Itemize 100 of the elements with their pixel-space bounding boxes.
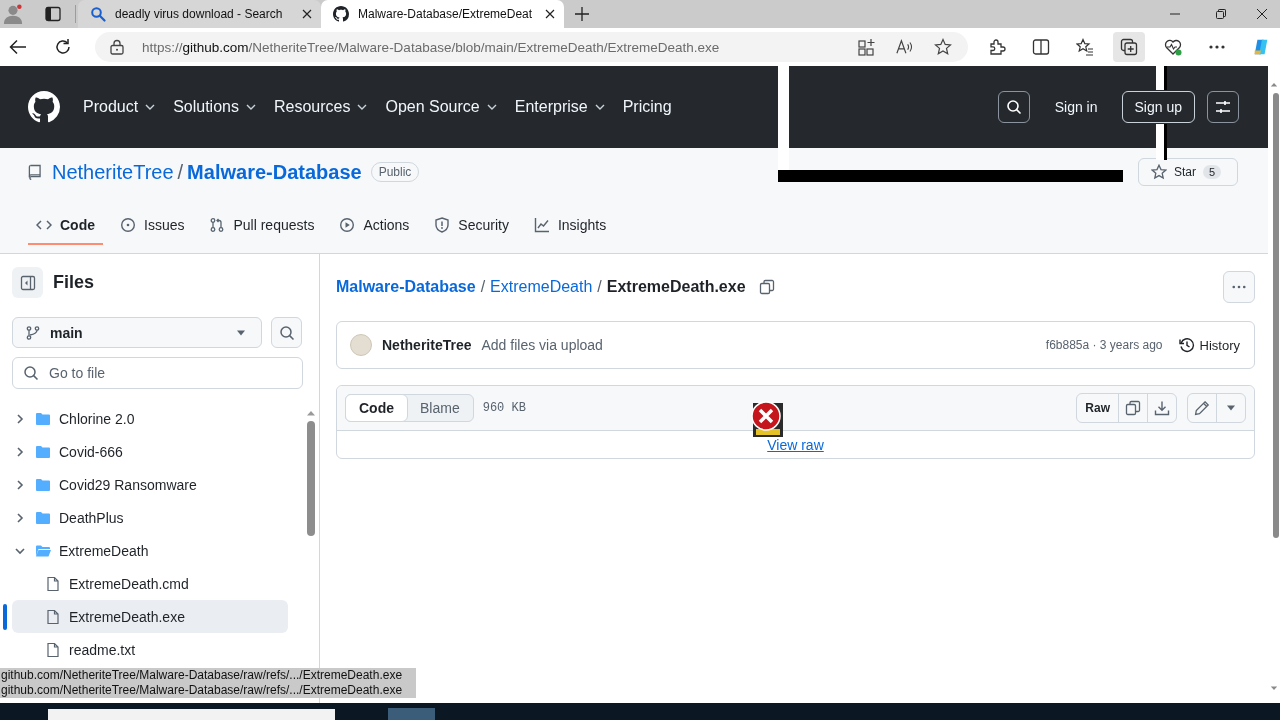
ellipsis-icon <box>1232 285 1246 289</box>
copy-icon[interactable] <box>758 279 775 295</box>
repo-tab[interactable]: Issues <box>112 207 193 245</box>
star-icon[interactable] <box>934 38 952 56</box>
close-icon[interactable] <box>1257 9 1267 19</box>
caret-icon <box>357 104 368 110</box>
commit-author-link[interactable]: NetheriteTree <box>382 337 472 353</box>
tree-item[interactable]: DeathPlus <box>12 501 288 534</box>
ribbon-logo-icon[interactable] <box>1252 38 1270 56</box>
nav-menu-item[interactable]: Solutions <box>173 98 256 116</box>
clock-arrow-icon <box>1178 337 1195 353</box>
commit-meta[interactable]: f6b885a · 3 years ago <box>1045 338 1163 352</box>
lock-icon <box>110 39 124 55</box>
breadcrumb-link[interactable]: Malware-Database <box>336 278 476 296</box>
tree-item[interactable]: Covid29 Ransomware <box>12 468 288 501</box>
glitch-bar <box>1156 124 1167 160</box>
path-separator: / <box>480 278 486 296</box>
repo-tab[interactable]: Security <box>426 207 517 245</box>
repo-tab[interactable]: Insights <box>525 207 615 245</box>
scrollbar-thumb[interactable] <box>1273 93 1279 538</box>
branch-select[interactable]: main <box>12 317 263 348</box>
copy-icon <box>1125 400 1141 416</box>
repo-owner-link[interactable]: NetheriteTree <box>52 160 174 184</box>
grid-plus-icon[interactable] <box>858 38 876 56</box>
split-screen-icon[interactable] <box>1032 38 1050 56</box>
caret-icon <box>236 329 247 336</box>
sign-up-button[interactable]: Sign up <box>1121 91 1195 123</box>
search-icon <box>1005 99 1022 115</box>
star-list-icon[interactable] <box>1076 38 1094 56</box>
scroll-up-arrow-icon[interactable] <box>1270 82 1278 87</box>
download-icon <box>1154 400 1170 416</box>
tree-item[interactable]: ExtremeDeath.exe <box>12 600 288 633</box>
folder-icon <box>35 509 51 526</box>
search-icon <box>90 6 106 22</box>
tree-item[interactable]: Chlorine 2.0 <box>12 402 288 435</box>
shield-icon <box>434 217 451 233</box>
profile-avatar-icon[interactable] <box>3 4 23 24</box>
github-logo-icon[interactable] <box>28 91 60 123</box>
folder-icon <box>35 410 51 427</box>
restore-icon[interactable] <box>1216 9 1226 19</box>
letter-sound-icon[interactable] <box>896 38 914 56</box>
link-preview-text: github.com/NetheriteTree/Malware-Database/raw/refs/.../ExtremeDeath.exe <box>0 668 403 683</box>
line-graph-icon <box>533 217 550 233</box>
commit-message[interactable]: Add files via upload <box>481 337 603 353</box>
puzzle-icon[interactable] <box>988 38 1006 56</box>
nav-menu-item[interactable]: Enterprise <box>514 98 605 116</box>
taskbar-search-field[interactable] <box>48 709 335 720</box>
more-icon[interactable] <box>1209 45 1225 49</box>
scroll-up-arrow-icon[interactable] <box>306 410 316 416</box>
search-icon <box>23 365 39 381</box>
star-button[interactable]: Star 5 <box>1138 158 1238 186</box>
go-to-file-field[interactable]: Go to file <box>12 357 303 389</box>
panel-square-icon[interactable] <box>45 6 61 22</box>
file-name: ExtremeDeath.exe <box>606 278 746 296</box>
nav-menu-item[interactable]: Pricing <box>622 98 672 116</box>
heart-pulse-icon[interactable] <box>1164 38 1182 56</box>
repo-name-link[interactable]: Malware-Database <box>187 160 362 184</box>
caret-icon <box>594 104 605 110</box>
view-raw-link[interactable]: View raw <box>767 437 824 453</box>
collapse-sidebar-button[interactable] <box>12 267 43 298</box>
new-tab-icon[interactable] <box>575 7 589 21</box>
sign-in-link[interactable]: Sign in <box>1054 99 1098 115</box>
file-size: 960 KB <box>482 401 526 415</box>
tree-item[interactable]: Covid-666 <box>12 435 288 468</box>
collections-button[interactable] <box>1113 32 1145 62</box>
file-icon <box>45 641 61 658</box>
nav-menu-item[interactable]: Resources <box>273 98 368 116</box>
tree-item[interactable]: ExtremeDeath.cmd <box>12 567 288 600</box>
search-button[interactable] <box>997 91 1030 123</box>
breadcrumb-link[interactable]: ExtremeDeath <box>490 278 593 296</box>
settings-button[interactable] <box>1207 91 1239 123</box>
browser-tab[interactable]: deadly virus download - Search <box>78 0 321 28</box>
close-icon[interactable] <box>302 9 312 19</box>
caret-icon <box>245 104 256 110</box>
address-bar[interactable]: https://github.com/NetheriteTree/Malware-Database/blob/main/ExtremeDeath/ExtremeDeath.exe <box>95 32 968 62</box>
scroll-down-arrow-icon[interactable] <box>1270 686 1278 691</box>
avatar <box>350 334 372 356</box>
nav-menu-item[interactable]: Product <box>83 98 156 116</box>
repo-tab[interactable]: Pull requests <box>201 207 323 245</box>
close-icon[interactable] <box>545 9 555 19</box>
view-mode-button[interactable]: Blame <box>407 395 473 421</box>
repo-tab[interactable]: Actions <box>331 207 418 245</box>
back-arrow-icon[interactable] <box>9 39 27 55</box>
files-heading: Files <box>53 272 95 293</box>
squares-plus-icon <box>1120 38 1138 56</box>
nav-menu-item[interactable]: Open Source <box>385 98 497 116</box>
history-button[interactable]: History <box>1178 337 1240 353</box>
caret-icon <box>1226 405 1236 411</box>
view-mode-button[interactable]: Code <box>345 394 408 422</box>
tree-item[interactable]: ExtremeDeath <box>12 534 288 567</box>
pencil-icon <box>1194 400 1210 416</box>
refresh-icon[interactable] <box>54 38 72 56</box>
glitch-bar <box>1156 66 1167 90</box>
tree-item[interactable]: readme.txt <box>12 633 288 666</box>
folder-icon <box>35 443 51 460</box>
star-icon <box>1151 164 1167 180</box>
browser-tab[interactable]: Malware-Database/ExtremeDeat <box>321 0 564 28</box>
path-separator: / <box>177 160 184 184</box>
repo-tab[interactable]: Code <box>28 207 103 245</box>
scrollbar-thumb[interactable] <box>307 421 315 536</box>
